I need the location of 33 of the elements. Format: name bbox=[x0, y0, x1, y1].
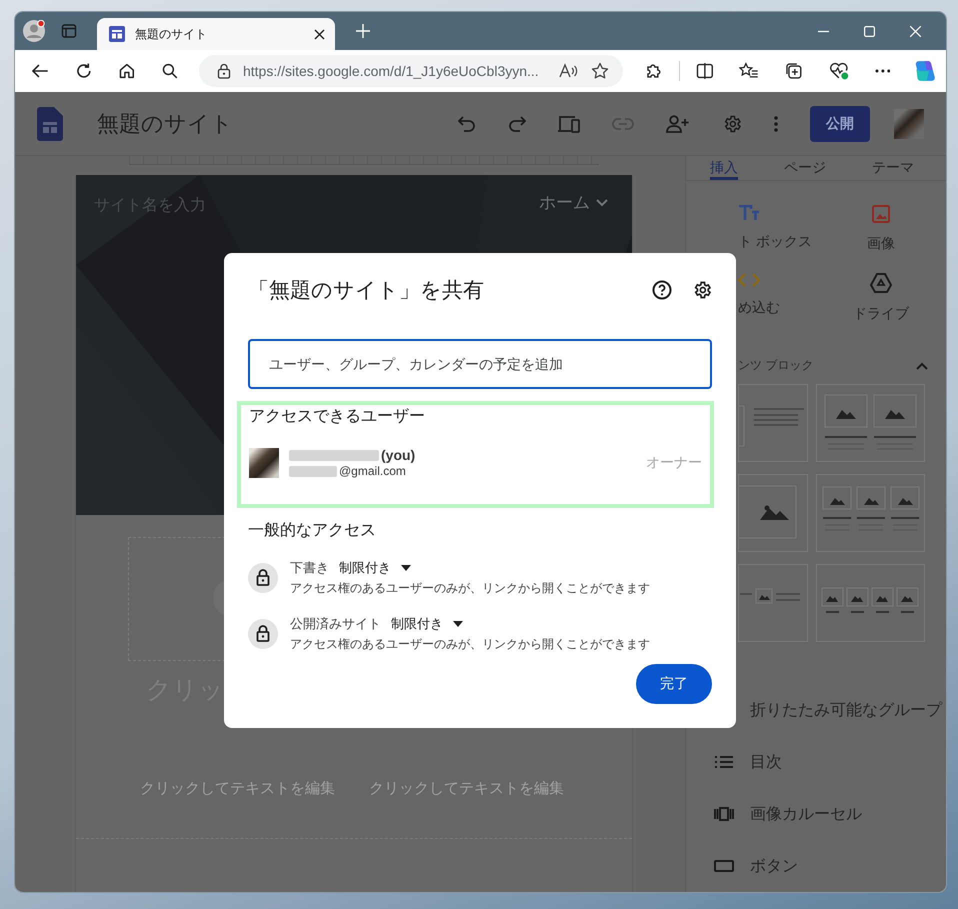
insert-item-label[interactable]: め込む bbox=[738, 299, 780, 317]
panel-tab[interactable]: ページ bbox=[784, 156, 826, 180]
browser-tab[interactable]: 無題のサイト bbox=[97, 18, 335, 50]
component-label[interactable]: 折りたたみ可能なグループ bbox=[750, 700, 942, 720]
done-button[interactable]: 完了 bbox=[636, 664, 712, 704]
access-target: 公開済みサイト bbox=[290, 615, 381, 633]
user-email: @gmail.com bbox=[339, 464, 406, 478]
panel-tab[interactable]: 挿入 bbox=[710, 156, 738, 180]
panel-tab[interactable]: テーマ bbox=[872, 156, 914, 180]
component-label[interactable]: 画像カルーセル bbox=[750, 804, 862, 824]
access-dropdown[interactable]: 制限付き bbox=[391, 615, 463, 633]
address-bar[interactable]: https://sites.google.com/d/1_J1y6eUoCbl3yyn... bbox=[198, 55, 624, 87]
publish-button[interactable]: 公開 bbox=[810, 106, 870, 142]
section-title: ンツ ブロック bbox=[738, 357, 814, 374]
insert-item-label[interactable]: ドライブ bbox=[853, 305, 909, 323]
dialog-title: 「無題のサイト」を共有 bbox=[248, 278, 485, 304]
text-placeholder[interactable]: クリックしてテキストを編集 bbox=[140, 779, 335, 798]
user-name: (you) bbox=[381, 447, 416, 463]
insert-item-label[interactable]: 画像 bbox=[867, 235, 895, 253]
component-label[interactable]: 目次 bbox=[750, 752, 782, 772]
section-heading: 一般的なアクセス bbox=[248, 521, 377, 541]
access-dropdown[interactable]: 制限付き bbox=[339, 559, 411, 577]
nav-menu[interactable]: ホーム bbox=[539, 191, 608, 214]
add-people-field[interactable]: ユーザー、グループ、カレンダーの予定を追加 bbox=[248, 339, 712, 389]
access-target: 下書き bbox=[290, 559, 329, 577]
access-description: アクセス権のあるユーザーのみが、リンクから開くことができます bbox=[290, 636, 650, 653]
insert-item-label[interactable]: ト ボックス bbox=[738, 233, 812, 251]
component-label[interactable]: ボタン bbox=[750, 856, 798, 876]
site-title[interactable]: 無題のサイト bbox=[97, 108, 233, 138]
role-label: オーナー bbox=[646, 454, 702, 472]
access-description: アクセス権のあるユーザーのみが、リンクから開くことができます bbox=[290, 580, 650, 597]
section-heading: アクセスできるユーザー bbox=[249, 407, 426, 427]
text-placeholder[interactable]: クリックしてテキストを編集 bbox=[369, 779, 564, 798]
